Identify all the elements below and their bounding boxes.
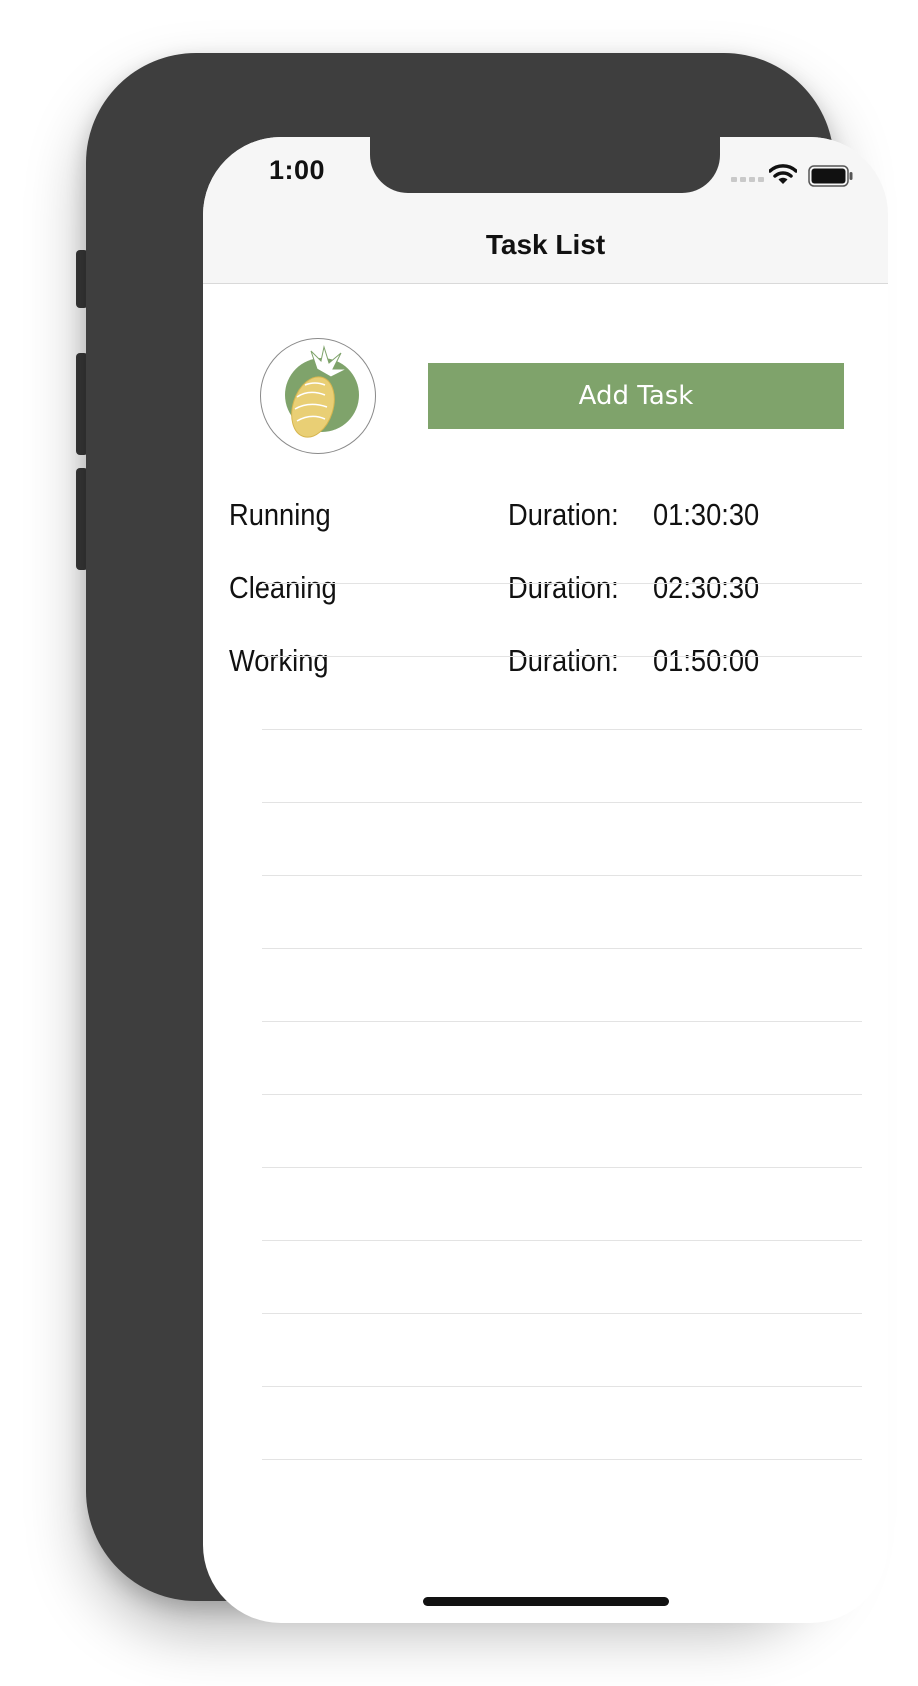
duration-value: 02:30:30 xyxy=(653,570,760,605)
row-separator xyxy=(262,583,862,584)
task-row[interactable]: Running Duration: 01:30:30 xyxy=(203,483,888,555)
row-separator xyxy=(262,1459,862,1460)
row-separator xyxy=(262,1021,862,1022)
add-task-button[interactable]: Add Task xyxy=(428,363,844,429)
row-separator xyxy=(262,1094,862,1095)
screen: 1:00 Task List Add Task Running Duration… xyxy=(203,137,888,1623)
duration-label: Duration: xyxy=(508,497,619,532)
row-separator xyxy=(262,875,862,876)
pineapple-logo-icon xyxy=(260,338,376,454)
duration-label: Duration: xyxy=(508,643,619,678)
row-separator xyxy=(262,1313,862,1314)
row-separator xyxy=(262,656,862,657)
status-time: 1:00 xyxy=(269,155,326,185)
phone-frame: 1:00 Task List Add Task Running Duration… xyxy=(86,53,888,1623)
row-separator xyxy=(262,1386,862,1387)
wifi-icon xyxy=(769,164,797,184)
row-separator xyxy=(262,802,862,803)
row-separator xyxy=(262,1167,862,1168)
duration-value: 01:30:30 xyxy=(653,497,760,532)
battery-icon xyxy=(808,165,853,187)
task-row[interactable]: Cleaning Duration: 02:30:30 xyxy=(203,556,888,628)
duration-label: Duration: xyxy=(508,570,619,605)
navigation-bar: Task List xyxy=(203,207,888,284)
row-separator xyxy=(262,948,862,949)
duration-value: 01:50:00 xyxy=(653,643,760,678)
task-row[interactable]: Working Duration: 01:50:00 xyxy=(203,629,888,701)
task-name: Working xyxy=(229,643,329,678)
notch xyxy=(370,137,720,193)
home-indicator[interactable] xyxy=(423,1597,669,1606)
task-name: Cleaning xyxy=(229,570,337,605)
row-separator xyxy=(262,729,862,730)
cellular-signal-icon xyxy=(731,177,764,182)
task-name: Running xyxy=(229,497,331,532)
row-separator xyxy=(262,1240,862,1241)
page-title: Task List xyxy=(485,229,606,260)
